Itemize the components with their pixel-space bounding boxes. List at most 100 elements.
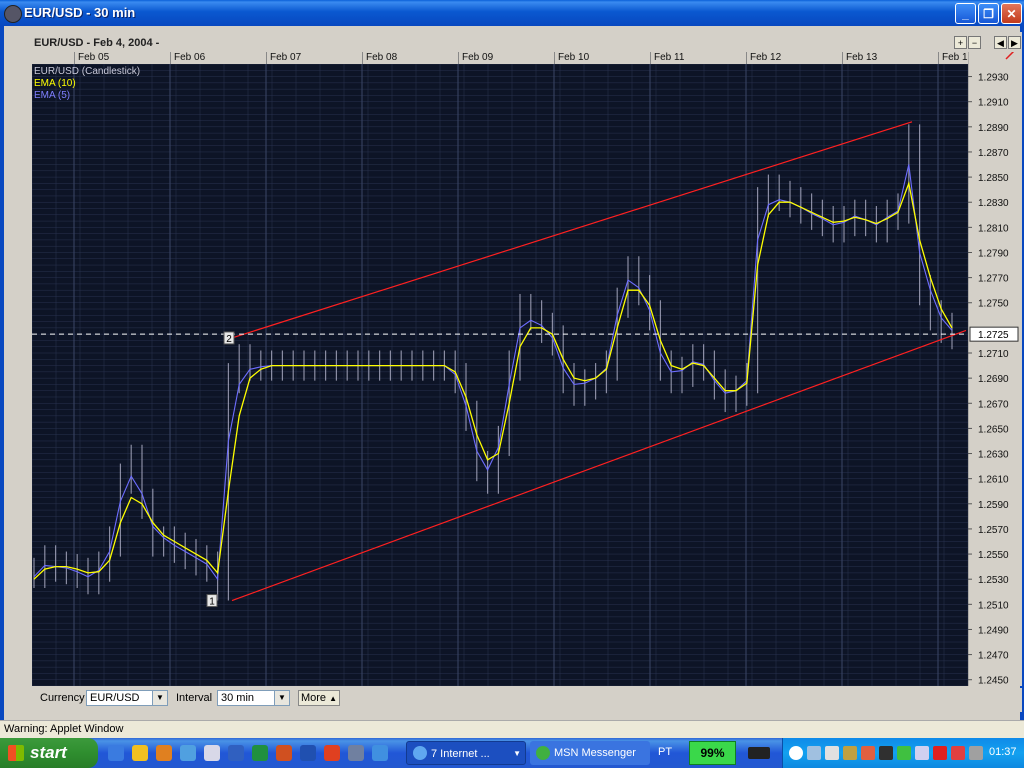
chart-title: EUR/USD - Feb 4, 2004 -	[34, 37, 160, 49]
currency-select[interactable]: EUR/USD ▼	[86, 690, 168, 706]
price-tick-label: 1.2450	[978, 676, 1009, 686]
show-hidden-icon[interactable]	[789, 746, 803, 760]
battery-meter[interactable]: 99%	[689, 741, 736, 765]
taskbar: start 7 Internet ... ▼ MSN Messenger PT …	[0, 738, 1024, 768]
task-label: 7 Internet ...	[431, 748, 490, 760]
price-tick-label: 1.2590	[978, 500, 1009, 511]
interval-select[interactable]: 30 min ▼	[217, 690, 290, 706]
volume-tray-icon[interactable]	[969, 746, 983, 760]
date-tick-label: Feb 13	[842, 52, 877, 64]
price-tick-label: 1.2610	[978, 475, 1009, 486]
currency-value: EUR/USD	[90, 692, 140, 704]
price-tick-label: 1.2690	[978, 374, 1009, 385]
price-axis: 1.2930 1.2910 1.2890 1.2870 1.2850 1.2830 1.28…	[968, 52, 1020, 686]
price-tick-label: 1.2550	[978, 550, 1009, 561]
legend-entry: EMA (5)	[34, 90, 70, 101]
window-title-bar[interactable]: EUR/USD - 30 min _ ❐ ✕	[0, 0, 1024, 26]
excel-icon[interactable]	[252, 745, 268, 761]
currency-label: Currency	[40, 692, 85, 704]
network-tray-icon[interactable]	[807, 746, 821, 760]
interval-value: 30 min	[221, 692, 255, 704]
chevron-up-icon: ▲	[329, 694, 338, 703]
task-msn-messenger[interactable]: MSN Messenger	[530, 741, 650, 765]
close-button[interactable]: ✕	[1001, 3, 1022, 24]
internet-explorer-icon[interactable]	[108, 745, 124, 761]
word-icon[interactable]	[300, 745, 316, 761]
status-bar: Warning: Applet Window	[0, 720, 1024, 739]
price-tick-label: 1.2790	[978, 248, 1009, 259]
app-m-icon[interactable]	[228, 745, 244, 761]
power-plug-icon[interactable]	[748, 747, 770, 759]
legend-entry: EUR/USD (Candlestick)	[34, 66, 140, 77]
date-tick-label: Feb 10	[554, 52, 589, 64]
task-internet[interactable]: 7 Internet ... ▼	[406, 741, 526, 765]
price-tick-label: 1.2830	[978, 198, 1009, 209]
tools-tray-icon[interactable]	[915, 746, 929, 760]
current-price-label: 1.2725	[978, 330, 1009, 341]
date-tick-label: Feb 05	[74, 52, 109, 64]
outlook-icon[interactable]	[132, 745, 148, 761]
powerpoint-icon[interactable]	[276, 745, 292, 761]
maximize-button[interactable]: ❐	[978, 3, 999, 24]
minimize-button[interactable]: _	[955, 3, 976, 24]
language-indicator[interactable]: PT	[658, 746, 672, 758]
date-tick-label: Feb 11	[650, 52, 684, 64]
point-marker: 2	[223, 331, 235, 345]
scroll-right-icon[interactable]: ▶	[1008, 36, 1021, 49]
scroll-left-icon[interactable]: ◀	[994, 36, 1007, 49]
msn-messenger-icon	[536, 746, 550, 760]
chevron-down-icon[interactable]: ▼	[152, 691, 167, 705]
date-tick-label: Feb 06	[170, 52, 205, 64]
chart-controls: Currency EUR/USD ▼ Interval 30 min ▼ Mor…	[22, 688, 1022, 712]
legend-entry: EMA (10)	[34, 78, 76, 89]
windows-logo-icon	[8, 745, 24, 761]
date-tick-label: Feb 1	[938, 52, 968, 64]
messenger-icon[interactable]	[180, 745, 196, 761]
date-tick-label: Feb 08	[362, 52, 397, 64]
price-tick-label: 1.2890	[978, 123, 1009, 134]
point-marker: 1	[206, 594, 218, 608]
signal-tray-icon[interactable]	[879, 746, 893, 760]
price-tick-label: 1.2670	[978, 399, 1009, 410]
marker-label: 1	[209, 597, 215, 608]
computer-icon[interactable]	[348, 745, 364, 761]
internet-explorer-icon	[413, 746, 427, 760]
date-tick-label: Feb 12	[746, 52, 781, 64]
chart-header: EUR/USD - Feb 4, 2004 - + − ◀ ▶	[24, 34, 1021, 52]
zoom-in-icon[interactable]: +	[954, 36, 967, 49]
price-tick-label: 1.2630	[978, 450, 1009, 461]
network-icon[interactable]	[372, 745, 388, 761]
firefox-icon[interactable]	[324, 745, 340, 761]
start-button[interactable]: start	[0, 738, 98, 768]
price-tick-label: 1.2510	[978, 600, 1009, 611]
antivirus-tray-icon[interactable]	[933, 746, 947, 760]
price-chart[interactable]: 1 2 EUR/USD (Candlestick)EMA (10)EMA (5)	[32, 64, 968, 686]
date-tick-label: Feb 07	[266, 52, 301, 64]
display-tray-icon[interactable]	[825, 746, 839, 760]
battery-percent: 99%	[700, 746, 725, 760]
applet-window: EUR/USD - Feb 4, 2004 - + − ◀ ▶ Feb 05 Fe…	[0, 26, 1024, 720]
clock[interactable]: 01:37	[989, 746, 1017, 758]
price-tick-label: 1.2530	[978, 575, 1009, 586]
media-player-icon[interactable]	[156, 745, 172, 761]
start-label: start	[30, 743, 67, 762]
more-button[interactable]: More ▲	[298, 690, 340, 706]
app-globe-icon	[4, 5, 22, 23]
price-tick-label: 1.2870	[978, 148, 1009, 159]
chevron-down-icon[interactable]: ▼	[274, 691, 289, 705]
date-tick-label: Feb 09	[458, 52, 493, 64]
price-tick-label: 1.2570	[978, 525, 1009, 536]
shield-tray-icon[interactable]	[951, 746, 965, 760]
chart-panel: EUR/USD - Feb 4, 2004 - + − ◀ ▶ Feb 05 Fe…	[22, 32, 1022, 686]
price-tick-label: 1.2750	[978, 299, 1009, 310]
update-tray-icon[interactable]	[861, 746, 875, 760]
marker-label: 2	[226, 334, 232, 345]
draw-line-icon[interactable]	[1005, 52, 1016, 60]
more-label: More	[300, 692, 327, 704]
messenger-tray-icon[interactable]	[897, 746, 911, 760]
security-tray-icon[interactable]	[843, 746, 857, 760]
desktop-icon[interactable]	[204, 745, 220, 761]
price-tick-label: 1.2490	[978, 625, 1009, 636]
zoom-out-icon[interactable]: −	[968, 36, 981, 49]
price-tick-label: 1.2710	[978, 349, 1009, 360]
